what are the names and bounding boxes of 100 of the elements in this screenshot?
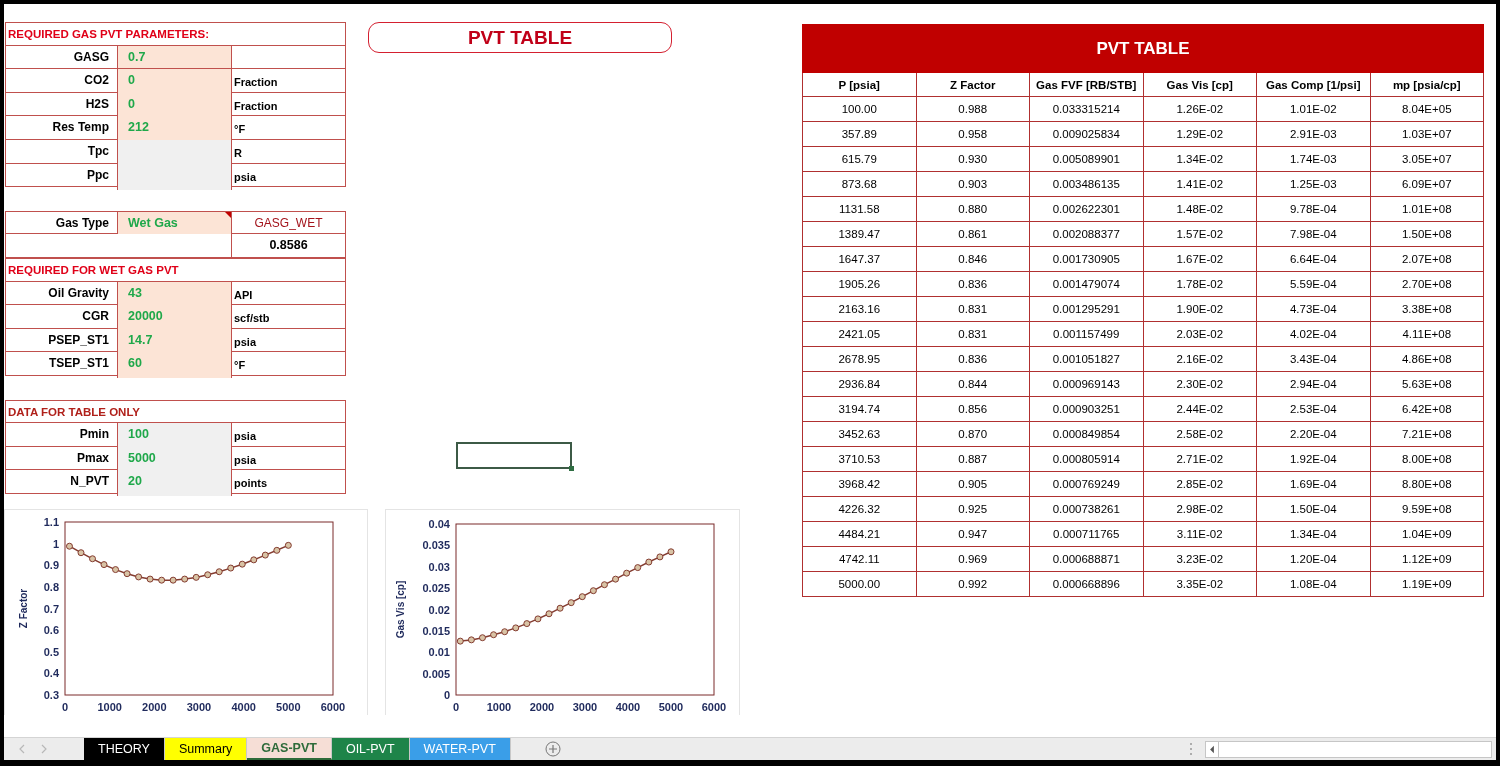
table-cell: 3968.42 <box>802 471 916 497</box>
tick-label: 1.1 <box>43 515 59 528</box>
splitter-handle-icon[interactable] <box>1189 742 1193 756</box>
data-point <box>284 541 292 549</box>
table-cell: 2.70E+08 <box>1370 271 1484 297</box>
selected-cell[interactable] <box>456 442 572 469</box>
table-cell: 2.03E-02 <box>1143 321 1257 347</box>
table-cell: 0.033315214 <box>1029 96 1143 122</box>
tick-label: 0.7 <box>43 602 59 615</box>
tick-label: 0 <box>61 700 69 713</box>
table-cell: 615.79 <box>802 146 916 172</box>
value-cell[interactable] <box>118 139 232 166</box>
data-point <box>250 556 258 564</box>
table-cell: 2.58E-02 <box>1143 421 1257 447</box>
table-cell: 2936.84 <box>802 371 916 397</box>
table-cell: 1.20E-04 <box>1256 546 1370 572</box>
table-cell: 1.74E-03 <box>1256 146 1370 172</box>
table-cell: 4484.21 <box>802 521 916 547</box>
add-sheet-icon[interactable] <box>544 741 561 757</box>
table-cell: 1.12E+09 <box>1370 546 1484 572</box>
axis-title: Gas Vis [cp] <box>395 580 406 639</box>
next-sheet-icon[interactable] <box>40 744 48 754</box>
table-cell: 0.925 <box>916 496 1030 522</box>
table-cell: 2.98E-02 <box>1143 496 1257 522</box>
table-cell: 1.69E-04 <box>1256 471 1370 497</box>
table-cell: 1.50E+08 <box>1370 221 1484 247</box>
sheet-tab[interactable]: Summary <box>164 738 248 760</box>
table-cell: 3710.53 <box>802 446 916 472</box>
tick-label: 1000 <box>486 700 512 713</box>
table-cell: 0.001157499 <box>1029 321 1143 347</box>
table-cell: 0.001479074 <box>1029 271 1143 297</box>
table-cell: 1.01E+08 <box>1370 196 1484 222</box>
table-cell: 3.38E+08 <box>1370 296 1484 322</box>
data-point <box>545 610 553 618</box>
table-cell: 0.861 <box>916 221 1030 247</box>
table-cell: 4.73E-04 <box>1256 296 1370 322</box>
table-cell: 0.880 <box>916 196 1030 222</box>
table-cell: 1.08E-04 <box>1256 571 1370 597</box>
table-cell: 4742.11 <box>802 546 916 572</box>
table-cell: 1.34E-02 <box>1143 146 1257 172</box>
table-cell: 8.00E+08 <box>1370 446 1484 472</box>
table-cell: 2.53E-04 <box>1256 396 1370 422</box>
value-cell[interactable]: 20000 <box>118 305 232 332</box>
horizontal-scrollbar[interactable] <box>1205 740 1492 758</box>
value-cell[interactable]: 60 <box>118 352 232 379</box>
data-point <box>645 558 653 566</box>
table-cell: 2.85E-02 <box>1143 471 1257 497</box>
section-header: REQUIRED FOR WET GAS PVT <box>6 257 345 282</box>
table-cell: 0.988 <box>916 96 1030 122</box>
value-cell[interactable]: 212 <box>118 116 232 143</box>
table-cell: 0.003486135 <box>1029 171 1143 197</box>
table-cell: 0.958 <box>916 121 1030 147</box>
previous-sheet-icon[interactable] <box>18 744 26 754</box>
table-cell: 0.000849854 <box>1029 421 1143 447</box>
unit-cell-text: Fraction <box>233 98 279 114</box>
table-cell: 1.01E-02 <box>1256 96 1370 122</box>
table-cell: 8.80E+08 <box>1370 471 1484 497</box>
value-cell[interactable]: 0 <box>118 69 232 96</box>
table-cell: 1.29E-02 <box>1143 121 1257 147</box>
value-cell[interactable]: 100 <box>118 423 232 450</box>
table-cell: 4.86E+08 <box>1370 346 1484 372</box>
sheet-tab[interactable]: WATER-PVT <box>409 738 511 760</box>
section-header: REQUIRED GAS PVT PARAMETERS: <box>6 22 345 46</box>
tick-label: 0.02 <box>428 603 450 616</box>
table-cell: 0.000668896 <box>1029 571 1143 597</box>
table-cell: 9.59E+08 <box>1370 496 1484 522</box>
table-cell: 0.000969143 <box>1029 371 1143 397</box>
table-cell: 1.78E-02 <box>1143 271 1257 297</box>
table-cell: 0.000903251 <box>1029 396 1143 422</box>
sheet-tab[interactable]: GAS-PVT <box>247 738 332 760</box>
table-cell: 0.887 <box>916 446 1030 472</box>
table-cell: 100.00 <box>802 96 916 122</box>
data-point <box>567 599 575 607</box>
value-cell[interactable]: 0.7 <box>118 45 232 69</box>
table-cell: 1.19E+09 <box>1370 571 1484 597</box>
table-cell: 0.000711765 <box>1029 521 1143 547</box>
table-cell: 3.23E-02 <box>1143 546 1257 572</box>
dropdown-cell[interactable]: Wet Gas <box>118 211 232 234</box>
tick-label: 6000 <box>701 700 727 713</box>
table-cell: 0.831 <box>916 321 1030 347</box>
data-point <box>667 548 675 556</box>
data-point <box>215 568 223 576</box>
table-cell: 0.002622301 <box>1029 196 1143 222</box>
table-cell: 873.68 <box>802 171 916 197</box>
value-cell[interactable]: 20 <box>118 470 232 497</box>
table-cell: 2.91E-03 <box>1256 121 1370 147</box>
value-cell[interactable] <box>118 163 232 190</box>
table-cell: 2.94E-04 <box>1256 371 1370 397</box>
table-cell: 2.20E-04 <box>1256 421 1370 447</box>
unit-cell-text: psia <box>233 452 258 468</box>
table-cell: 7.21E+08 <box>1370 421 1484 447</box>
table-cell: 0.001051827 <box>1029 346 1143 372</box>
sheet-tab[interactable]: OIL-PVT <box>331 738 410 760</box>
table-cell: 0.844 <box>916 371 1030 397</box>
table-cell: 0.005089901 <box>1029 146 1143 172</box>
sheet-tab[interactable]: THEORY <box>84 738 165 760</box>
tick-label: 2000 <box>142 700 167 713</box>
table-cell: 0.992 <box>916 571 1030 597</box>
tick-label: 4000 <box>231 700 256 713</box>
table-cell: 3.35E-02 <box>1143 571 1257 597</box>
